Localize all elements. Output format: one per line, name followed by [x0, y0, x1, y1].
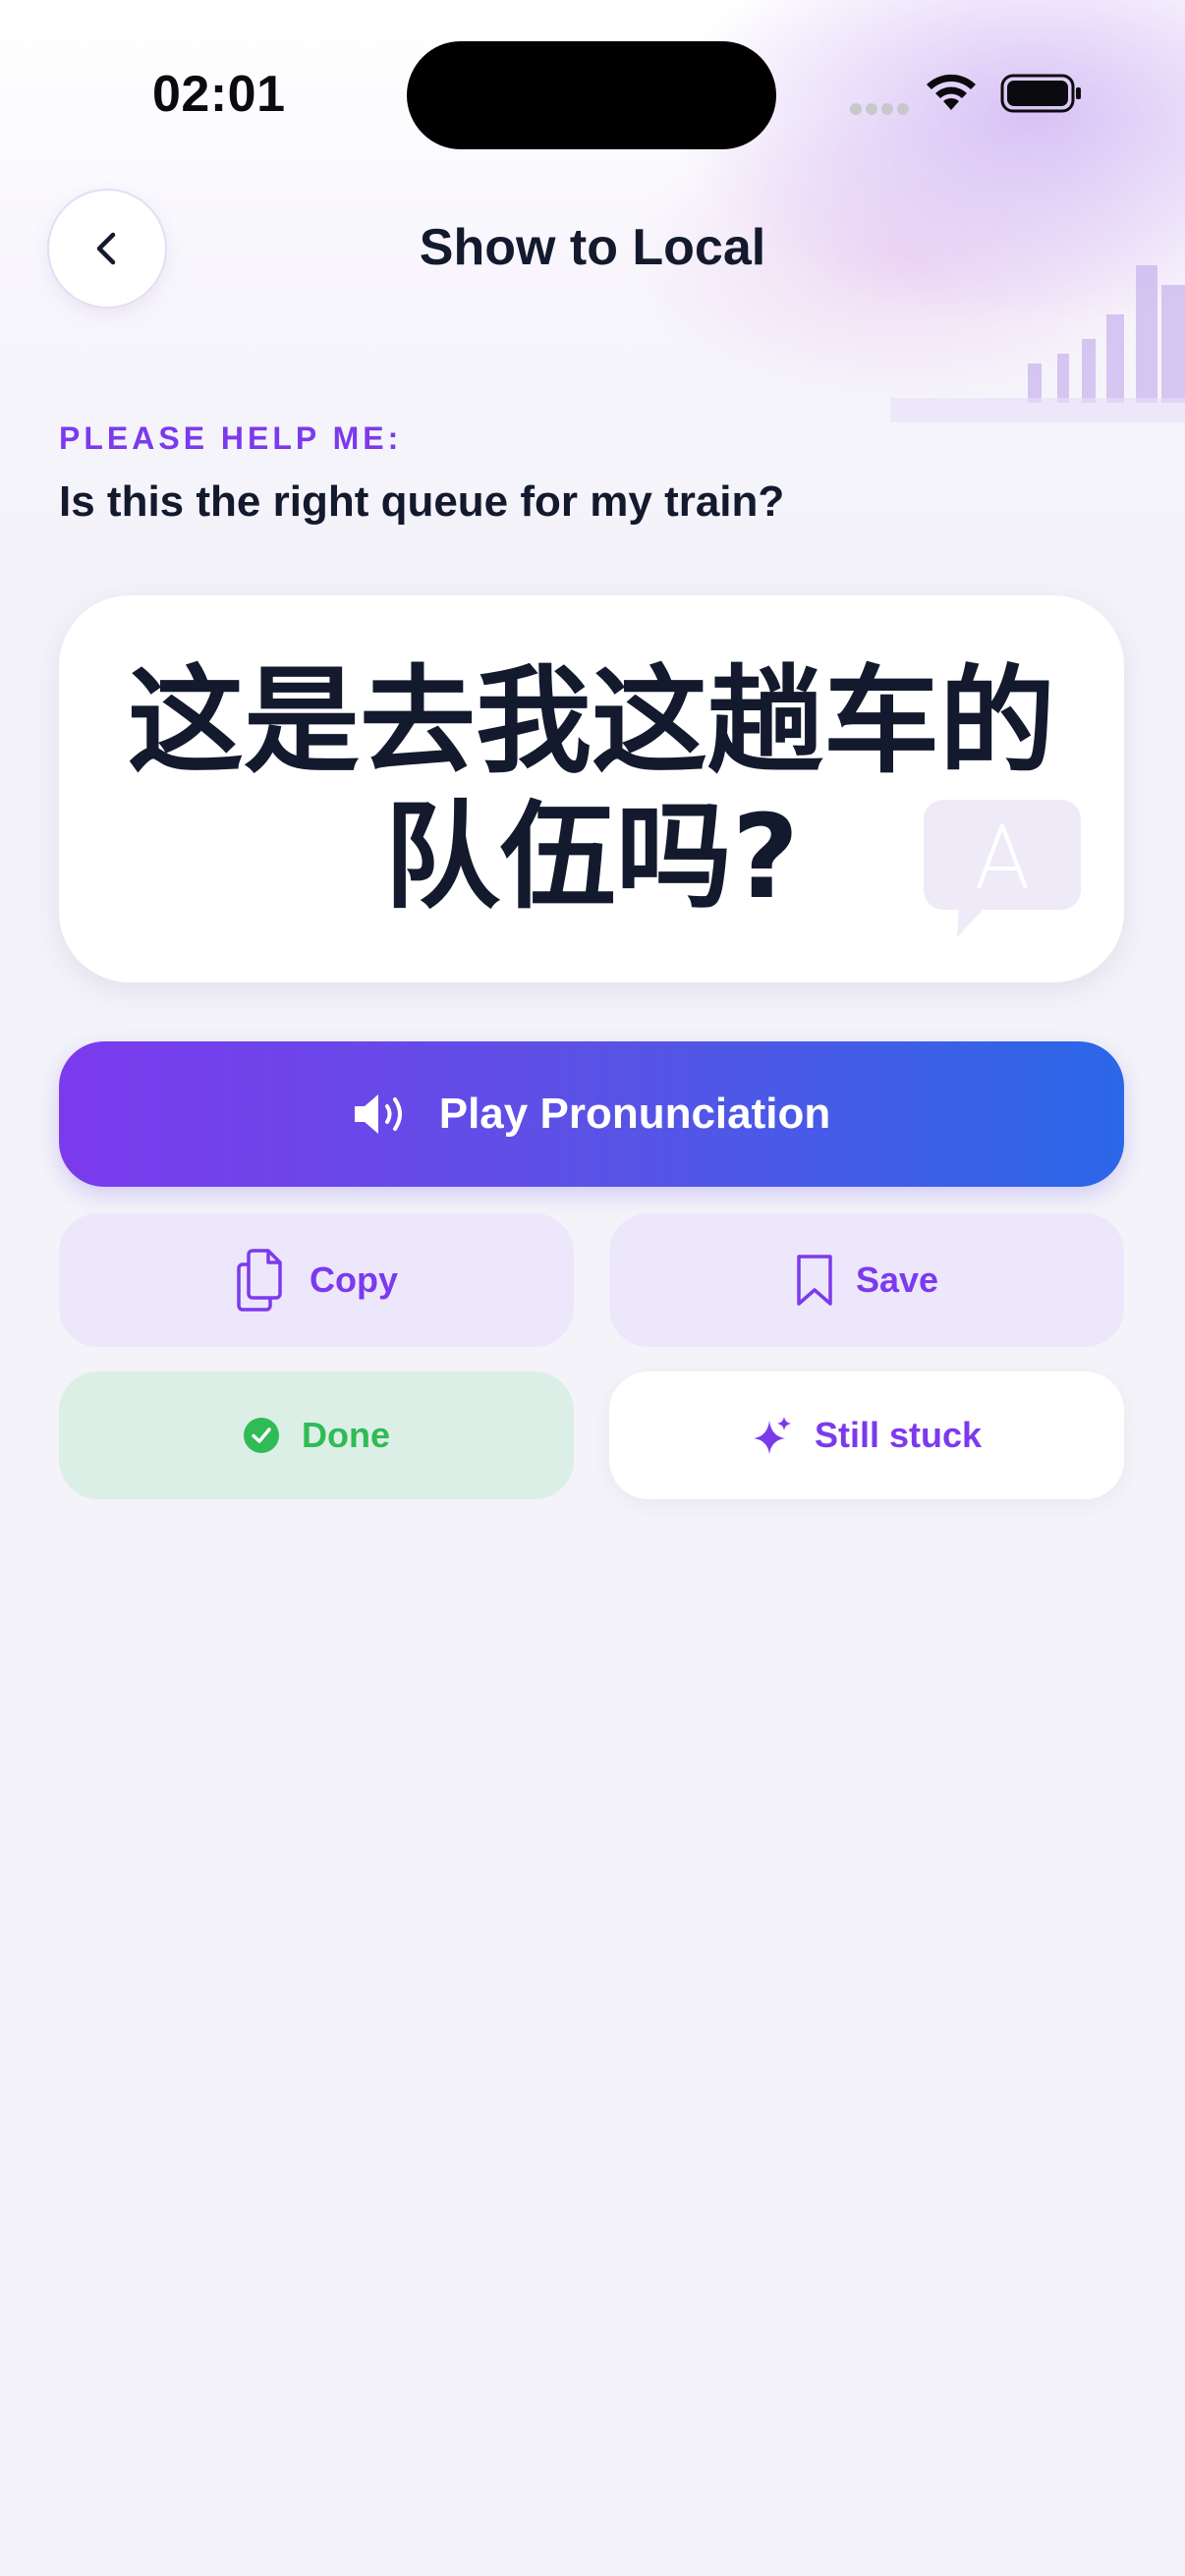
battery-icon — [1000, 74, 1081, 113]
done-button[interactable]: Done — [59, 1372, 574, 1499]
checkmark-circle-icon — [244, 1418, 279, 1453]
speaker-icon — [354, 1094, 402, 1134]
copy-button[interactable]: Copy — [59, 1213, 574, 1347]
sparkles-icon — [753, 1417, 791, 1454]
still-stuck-label: Still stuck — [814, 1415, 983, 1455]
help-label: PLEASE HELP ME: — [59, 420, 403, 456]
translated-phrase: 这是去我这趟车的队伍吗? — [127, 653, 1055, 924]
copy-icon — [237, 1249, 282, 1312]
wifi-icon — [927, 74, 976, 110]
bookmark-icon — [797, 1255, 832, 1306]
save-button[interactable]: Save — [609, 1213, 1124, 1347]
play-pronunciation-label: Play Pronunciation — [438, 1090, 831, 1138]
still-stuck-button[interactable]: Still stuck — [609, 1372, 1124, 1499]
source-phrase: Is this the right queue for my train? — [59, 477, 785, 526]
copy-label: Copy — [310, 1260, 398, 1300]
translated-phrase-card: 这是去我这趟车的队伍吗? — [59, 595, 1124, 982]
play-pronunciation-button[interactable]: Play Pronunciation — [59, 1041, 1124, 1187]
page-title: Show to Local — [419, 219, 766, 276]
done-label: Done — [302, 1415, 390, 1455]
save-label: Save — [855, 1260, 939, 1300]
status-bar-time: 02:01 — [152, 66, 286, 123]
dynamic-island — [407, 41, 776, 149]
cellular-signal-icon — [850, 103, 909, 115]
